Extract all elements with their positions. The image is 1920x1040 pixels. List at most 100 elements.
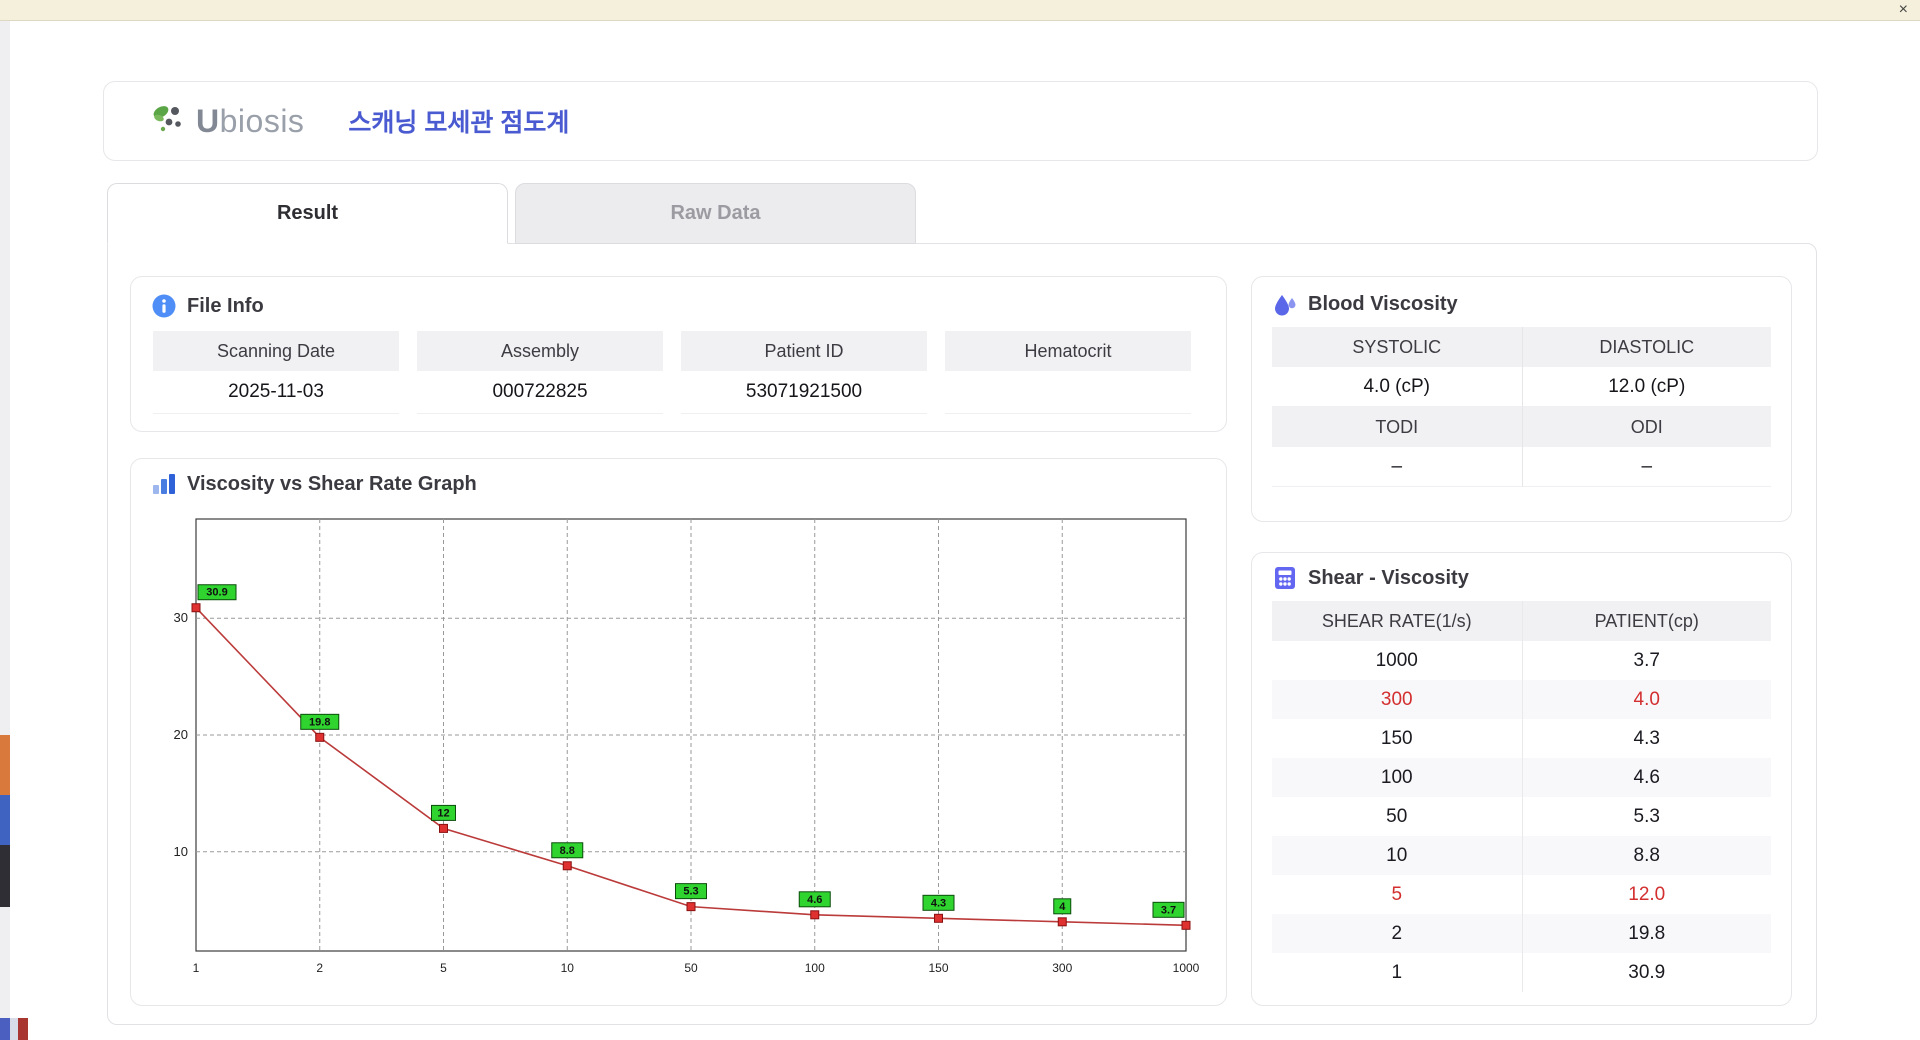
blood-viscosity-card: Blood Viscosity SYSTOLIC DIASTOLIC 4.0 (… (1251, 276, 1792, 522)
table-row: TODI ODI (1272, 407, 1771, 447)
graph-header: Viscosity vs Shear Rate Graph (151, 471, 1206, 497)
graph-title: Viscosity vs Shear Rate Graph (187, 472, 477, 495)
todi-value: – (1272, 447, 1522, 487)
svg-text:12: 12 (437, 807, 449, 819)
ubiosis-logo: Ubiosis (150, 102, 304, 140)
table-row: 150 4.3 (1272, 719, 1771, 758)
todi-header: TODI (1272, 407, 1522, 447)
svg-text:5.3: 5.3 (683, 886, 698, 898)
svg-text:19.8: 19.8 (309, 716, 330, 728)
svg-text:4: 4 (1059, 901, 1066, 913)
logo-wordmark: Ubiosis (196, 102, 305, 139)
systolic-header: SYSTOLIC (1272, 327, 1522, 367)
shear-viscosity-card: Shear - Viscosity SHEAR RATE(1/s) PATIEN… (1251, 552, 1792, 1006)
tab-raw-data[interactable]: Raw Data (515, 183, 916, 244)
svg-text:8.8: 8.8 (560, 845, 575, 857)
svg-text:10: 10 (561, 961, 575, 975)
table-row: 10 8.8 (1272, 836, 1771, 875)
svg-text:3.7: 3.7 (1161, 904, 1176, 916)
shear-rate-cell: 5 (1391, 883, 1403, 905)
table-header-row: SHEAR RATE(1/s) PATIENT(cp) (1272, 601, 1771, 641)
patient-viscosity-cell: 4.3 (1521, 719, 1772, 758)
field-value: 53071921500 (681, 371, 927, 414)
shear-rate-cell: 1 (1391, 961, 1403, 983)
table-row: 1 30.9 (1272, 953, 1771, 992)
patient-column-header: PATIENT(cp) (1521, 601, 1771, 641)
calculator-icon (1275, 567, 1295, 589)
svg-text:20: 20 (174, 727, 188, 742)
desktop-background-strip (0, 21, 10, 1040)
shear-viscosity-header: Shear - Viscosity (1272, 565, 1771, 591)
field-hematocrit: Hematocrit (945, 331, 1191, 414)
table-row: 1000 3.7 (1272, 641, 1771, 680)
shear-rate-cell: 300 (1380, 688, 1413, 710)
svg-text:30.9: 30.9 (206, 587, 227, 599)
shear-rate-cell: 100 (1380, 766, 1413, 788)
desktop-background-fragment (0, 845, 10, 907)
patient-viscosity-cell: 12.0 (1521, 875, 1772, 914)
systolic-value: 4.0 (cP) (1272, 367, 1522, 407)
table-row: 50 5.3 (1272, 797, 1771, 836)
viscosity-graph-card: Viscosity vs Shear Rate Graph 10 20 30 1 2 5 1… (130, 458, 1227, 1006)
blood-viscosity-table: SYSTOLIC DIASTOLIC 4.0 (cP) 12.0 (cP) TO… (1272, 327, 1771, 487)
file-info-header: File Info (151, 293, 1206, 319)
odi-value: – (1521, 447, 1771, 487)
file-info-card: File Info Scanning Date 2025-11-03 Assem… (130, 276, 1227, 432)
diastolic-value: 12.0 (cP) (1521, 367, 1771, 407)
table-row: 100 4.6 (1272, 758, 1771, 797)
shear-rate-cell: 150 (1380, 727, 1413, 749)
page-title: 스캐닝 모세관 점도계 (348, 109, 570, 137)
svg-text:1000: 1000 (1173, 961, 1200, 975)
patient-viscosity-cell: 30.9 (1521, 953, 1772, 992)
patient-viscosity-cell: 19.8 (1521, 914, 1772, 953)
viscosity-shear-chart: 1020301 2 5 10 50 100 150 300 100030.919.8128.85… (174, 518, 1200, 975)
svg-text:100: 100 (805, 961, 825, 975)
app-window: Ubiosis 스캐닝 모세관 점도계 Result Raw Data File… (10, 21, 1920, 1040)
svg-text:50: 50 (684, 961, 698, 975)
info-icon (152, 294, 176, 318)
tab-bar: Result Raw Data (107, 183, 916, 244)
patient-viscosity-cell: 4.6 (1521, 758, 1772, 797)
shear-rate-cell: 1000 (1375, 649, 1418, 671)
desktop-background-fragment (0, 735, 10, 795)
field-value: 2025-11-03 (153, 371, 399, 414)
svg-text:2: 2 (316, 961, 323, 975)
field-label: Assembly (417, 331, 663, 371)
field-label: Scanning Date (153, 331, 399, 371)
svg-text:4.3: 4.3 (931, 897, 946, 909)
svg-text:30: 30 (174, 610, 188, 625)
result-panel: File Info Scanning Date 2025-11-03 Assem… (107, 243, 1817, 1025)
patient-viscosity-cell: 5.3 (1521, 797, 1772, 836)
blood-viscosity-header: Blood Viscosity (1272, 291, 1771, 317)
ubiosis-logo-icon (153, 106, 181, 132)
logo-initial: U (196, 102, 220, 139)
table-row: 300 4.0 (1272, 680, 1771, 719)
field-scanning-date: Scanning Date 2025-11-03 (153, 331, 399, 414)
svg-text:10: 10 (174, 844, 188, 859)
file-info-fields: Scanning Date 2025-11-03 Assembly 000722… (153, 331, 1206, 414)
table-row: – – (1272, 447, 1771, 487)
shear-viscosity-table: SHEAR RATE(1/s) PATIENT(cp) 1000 3.7 300… (1272, 601, 1771, 992)
svg-text:150: 150 (928, 961, 948, 975)
shear-rate-cell: 10 (1386, 844, 1408, 866)
patient-viscosity-cell: 4.0 (1521, 680, 1772, 719)
shear-viscosity-title: Shear - Viscosity (1308, 566, 1469, 589)
patient-viscosity-cell: 8.8 (1521, 836, 1772, 875)
desktop-background-corner (0, 1018, 28, 1040)
patient-viscosity-cell: 3.7 (1521, 641, 1772, 680)
table-body: 1000 3.7 300 4.0 150 4.3 100 4.6 50 5.3 … (1272, 641, 1771, 992)
shear-rate-column-header: SHEAR RATE(1/s) (1272, 601, 1522, 641)
field-assembly: Assembly 000722825 (417, 331, 663, 414)
field-value (945, 371, 1191, 414)
svg-text:300: 300 (1052, 961, 1072, 975)
file-info-title: File Info (187, 294, 264, 317)
table-row: 4.0 (cP) 12.0 (cP) (1272, 367, 1771, 407)
desktop-background-fragment (0, 795, 10, 845)
svg-text:4.6: 4.6 (807, 894, 822, 906)
field-value: 000722825 (417, 371, 663, 414)
bar-chart-icon (153, 474, 175, 494)
tab-result[interactable]: Result (107, 183, 508, 244)
field-label: Patient ID (681, 331, 927, 371)
shear-rate-cell: 2 (1391, 922, 1403, 944)
close-icon[interactable]: × (1899, 1, 1908, 19)
